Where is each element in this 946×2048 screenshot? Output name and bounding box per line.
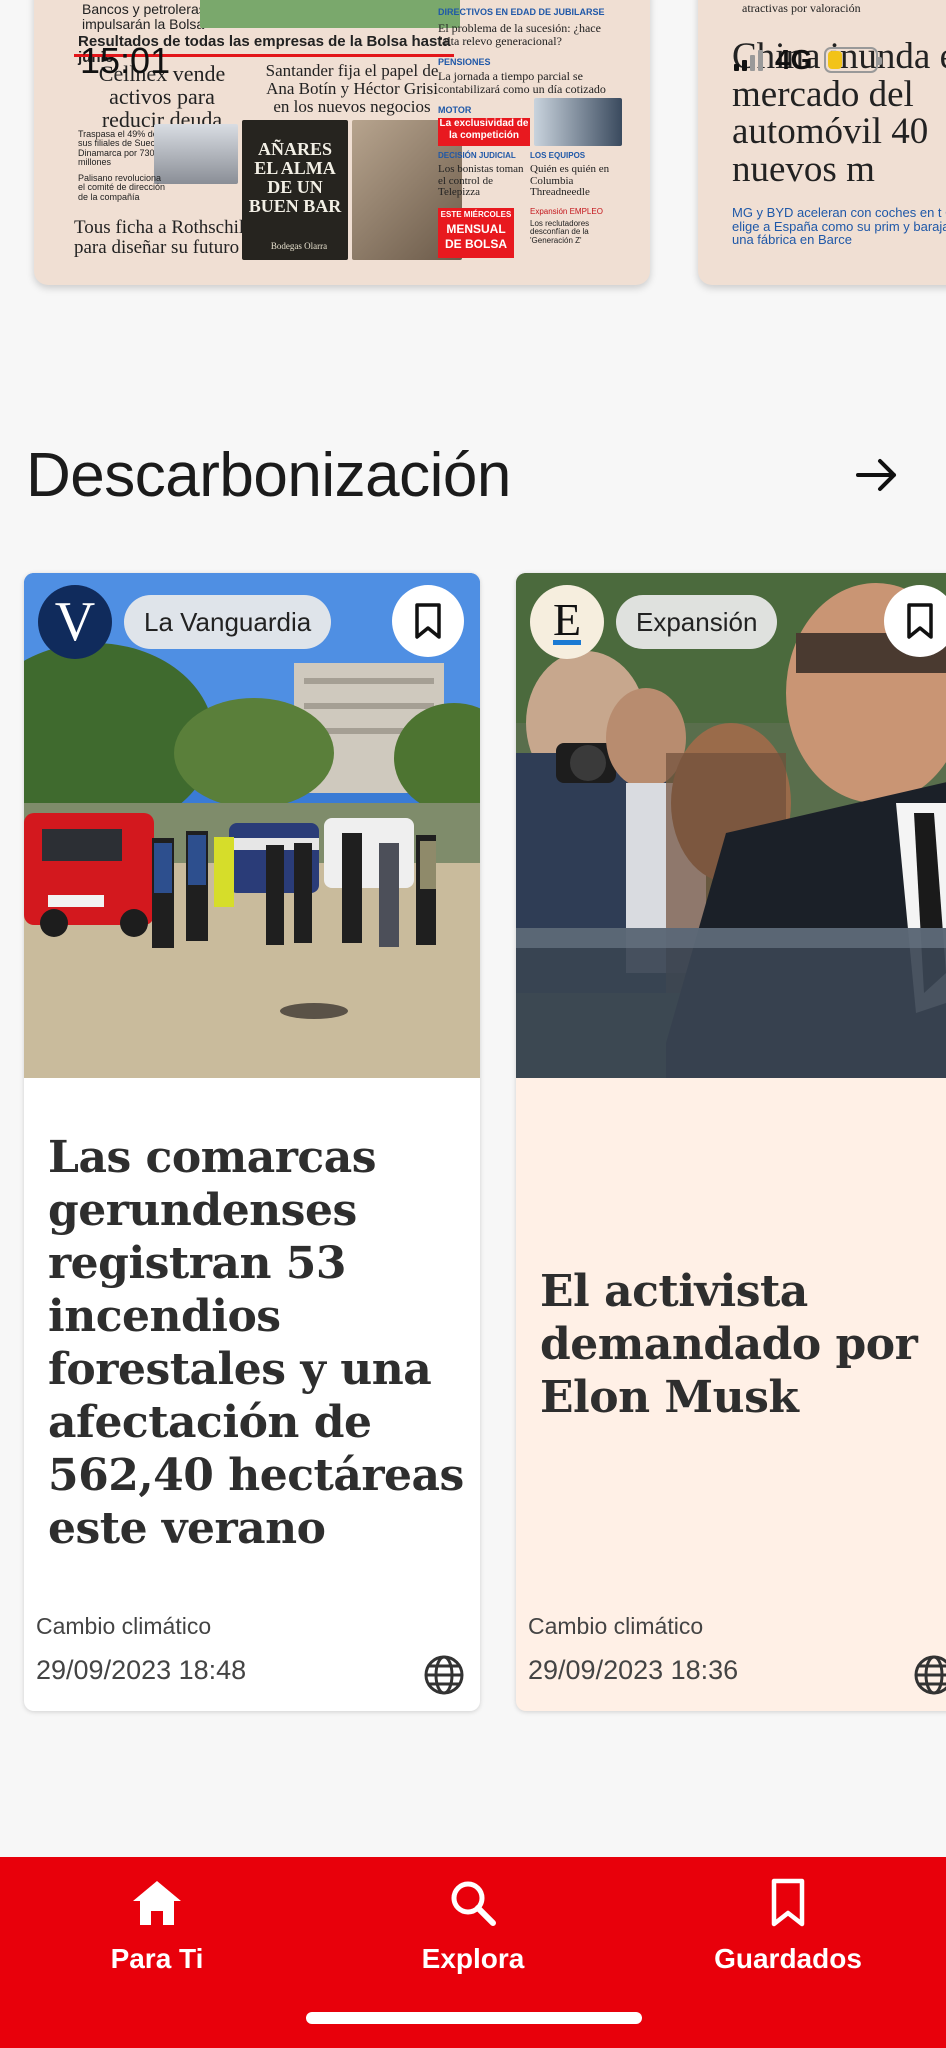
cover-text: Cellnex vende activos para reducir deuda [98,61,226,133]
nav-label: Para Ti [110,1943,204,1974]
cover-text: DIRECTIVOS EN EDAD DE JUBILARSE [438,7,605,17]
publisher-logo-letter: E [552,593,582,646]
arrow-right-icon[interactable] [852,450,902,500]
cover-text: Los bonistas toman el control de Telepiz… [438,163,524,199]
nav-item-explora[interactable]: Explora [363,1877,583,1975]
bottom-navigation: Para Ti Explora Guardados [0,1857,946,2048]
cover-text: PENSIONES [438,57,491,67]
cover-text: MOTOR [438,105,472,115]
publisher-logo: E [530,585,604,659]
article-headline: Las comarcas gerundenses registran 53 in… [48,1132,464,1554]
home-indicator[interactable] [306,2012,642,2024]
bookmark-icon [415,603,441,639]
cover-text: AÑARES EL ALMA DE UN BUEN BAR [248,139,342,216]
globe-icon[interactable] [422,1653,466,1697]
cover-text: El problema de la sucesión: ¿hace falta … [438,21,601,48]
cover-text: LOS EQUIPOS [530,151,586,160]
newspaper-cover-expansion[interactable]: Bancos y petroleras impulsarán la Bolsa … [34,0,650,285]
newspaper-covers-carousel[interactable]: Bancos y petroleras impulsarán la Bolsa … [0,0,946,300]
globe-icon[interactable] [912,1653,946,1697]
cover-photo-map [200,0,460,28]
publisher-logo: V [38,585,112,659]
cover-text: MENSUAL DE BOLSA [438,222,514,258]
cover-text: Palisano revoluciona el comité de direcc… [78,173,166,202]
article-headline: El activista demandado por Elon Musk [540,1266,918,1423]
article-date: 29/09/2023 18:48 [36,1655,247,1685]
article-date: 29/09/2023 18:36 [528,1655,739,1685]
bookmark-icon [907,603,933,639]
cover-photo-moto [534,98,622,146]
cover-text: Expansión EMPLEO [530,207,603,216]
newspaper-cover-second[interactable]: atractivas por valoración China inunda e… [698,0,946,285]
cover-text: La jornada a tiempo parcial se contabili… [438,69,606,96]
article-card[interactable]: V La Vanguardia Las comarcas gerundenses… [24,573,480,1711]
bookmark-button[interactable] [884,585,946,657]
cover-text: atractivas por valoración [742,1,861,15]
cover-headline: China inunda el mercado del automóvil 40… [732,36,946,191]
search-icon [451,1881,496,1926]
section-title: Descarbonización [26,441,511,510]
cover-divider [74,54,454,57]
publisher-logo-letter: V [54,591,96,653]
cover-text: ESTE MIÉRCOLES [438,208,514,222]
source-badge: Expansión [616,595,778,649]
cover-text: DECISIÓN JUDICIAL [438,151,516,160]
source-badge: La Vanguardia [124,595,332,649]
bookmark-icon [771,1878,805,1927]
article-card[interactable]: E Expansión El activista demandado por E… [516,573,946,1711]
nav-label: Explora [421,1943,525,1974]
cover-text: La exclusividad de la competición [438,118,530,146]
nav-label: Guardados [714,1943,862,1974]
cover-text: Bodegas Olarra [270,241,328,251]
cover-text: Los reclutadores desconfían de la 'Gener… [530,219,590,245]
cover-text: MG y BYD aceleran con coches en t Chery … [732,205,946,248]
article-topic: Cambio climático [36,1613,212,1639]
nav-item-para-ti[interactable]: Para Ti [47,1877,267,1975]
bookmark-button[interactable] [392,585,464,657]
nav-item-guardados[interactable]: Guardados [678,1877,898,1975]
cover-text: Santander fija el papel de Ana Botín y H… [265,61,439,116]
cover-text: Quién es quién en Columbia Threadneedle [530,163,610,199]
article-topic: Cambio climático [528,1613,704,1639]
home-icon [133,1881,181,1925]
